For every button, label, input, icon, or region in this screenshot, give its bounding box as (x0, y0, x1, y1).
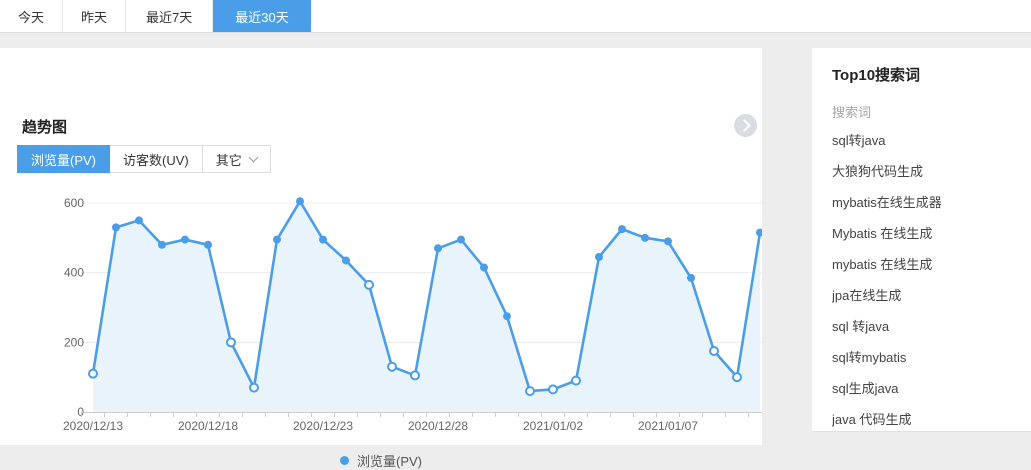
data-point-marker (434, 244, 442, 252)
search-word-item-3: Mybatis 在线生成 (832, 218, 1021, 249)
search-word-item-4: mybatis 在线生成 (832, 249, 1021, 280)
metric-tabs: 浏览量(PV) 访客数(UV) 其它 (17, 145, 271, 173)
metric-tab-label: 其它 (216, 150, 242, 169)
metric-tab-1[interactable]: 访客数(UV) (109, 145, 203, 173)
data-point-marker (319, 236, 327, 244)
x-axis-tick-label: 2021/01/02 (523, 419, 583, 433)
data-point-marker (710, 347, 718, 355)
x-axis-tick-label: 2020/12/13 (63, 419, 123, 433)
data-point-marker (572, 377, 580, 385)
data-point-marker (457, 236, 465, 244)
search-word-item-0: sql转java (832, 125, 1021, 156)
search-word-list: sql转java大狼狗代码生成mybatis在线生成器Mybatis 在线生成m… (832, 125, 1021, 432)
data-point-marker (112, 223, 120, 231)
chart-svg: 02004006002020/12/132020/12/182020/12/23… (0, 188, 762, 440)
trend-panel-title: 趋势图 (22, 116, 67, 137)
search-word-item-9: java 代码生成 (832, 404, 1021, 432)
search-word-item-7: sql转mybatis (832, 342, 1021, 373)
data-point-marker (227, 338, 235, 346)
search-word-item-2: mybatis在线生成器 (832, 187, 1021, 218)
data-point-marker (250, 384, 258, 392)
y-axis-tick-label: 600 (64, 196, 84, 210)
legend-item-pv[interactable]: 浏览量(PV) (0, 451, 762, 470)
legend-label: 浏览量(PV) (357, 451, 422, 470)
expand-report-button[interactable] (734, 114, 757, 137)
data-point-marker (687, 274, 695, 282)
chevron-down-icon (248, 152, 258, 162)
data-point-marker (733, 373, 741, 381)
date-range-tab-0[interactable]: 今天 (0, 0, 63, 32)
data-point-marker (549, 385, 557, 393)
data-point-marker (89, 370, 97, 378)
data-point-marker (664, 237, 672, 245)
data-point-marker (756, 229, 762, 237)
y-axis-tick-label: 400 (64, 266, 84, 280)
legend-dot-icon (340, 456, 349, 465)
data-point-marker (158, 241, 166, 249)
data-point-marker (204, 241, 212, 249)
data-point-marker (595, 253, 603, 261)
date-range-tab-1[interactable]: 昨天 (63, 0, 126, 32)
data-point-marker (388, 363, 396, 371)
data-point-marker (181, 236, 189, 244)
data-point-marker (526, 387, 534, 395)
data-point-marker (296, 197, 304, 205)
data-point-marker (641, 234, 649, 242)
data-point-marker (273, 236, 281, 244)
y-axis-tick-label: 200 (64, 335, 84, 349)
metric-tab-0[interactable]: 浏览量(PV) (17, 145, 110, 173)
data-point-marker (342, 256, 350, 264)
trend-line-chart: 02004006002020/12/132020/12/182020/12/23… (0, 188, 762, 440)
chevron-right-icon (738, 119, 751, 132)
data-point-marker (480, 263, 488, 271)
x-axis-tick-label: 2020/12/28 (408, 419, 468, 433)
date-range-tab-2[interactable]: 最近7天 (126, 0, 213, 32)
data-point-marker (411, 371, 419, 379)
date-range-tab-3[interactable]: 最近30天 (213, 0, 310, 32)
x-axis-tick-label: 2020/12/23 (293, 419, 353, 433)
trend-panel: 趋势图 浏览量(PV)访客数(UV)其它 02004006002020/12/1… (0, 48, 762, 445)
top10-search-words-panel: Top10搜索词 搜索词 sql转java大狼狗代码生成mybatis在线生成器… (812, 48, 1031, 432)
data-point-marker (618, 225, 626, 233)
search-word-column-header: 搜索词 (832, 102, 1021, 122)
date-range-tabbar: 今天昨天最近7天最近30天 (0, 0, 1031, 33)
search-word-item-5: jpa在线生成 (832, 280, 1021, 311)
metric-tab-label: 访客数(UV) (123, 150, 189, 169)
x-axis-tick-label: 2020/12/18 (178, 419, 238, 433)
metric-tab-2[interactable]: 其它 (202, 145, 271, 173)
data-point-marker (365, 281, 373, 289)
search-word-item-6: sql 转java (832, 311, 1021, 342)
data-point-marker (503, 312, 511, 320)
x-axis-tick-label: 2021/01/07 (638, 419, 698, 433)
metric-tab-label: 浏览量(PV) (31, 150, 96, 169)
top10-panel-title: Top10搜索词 (832, 64, 1021, 84)
search-word-item-8: sql生成java (832, 373, 1021, 404)
data-point-marker (135, 216, 143, 224)
search-word-item-1: 大狼狗代码生成 (832, 156, 1021, 187)
